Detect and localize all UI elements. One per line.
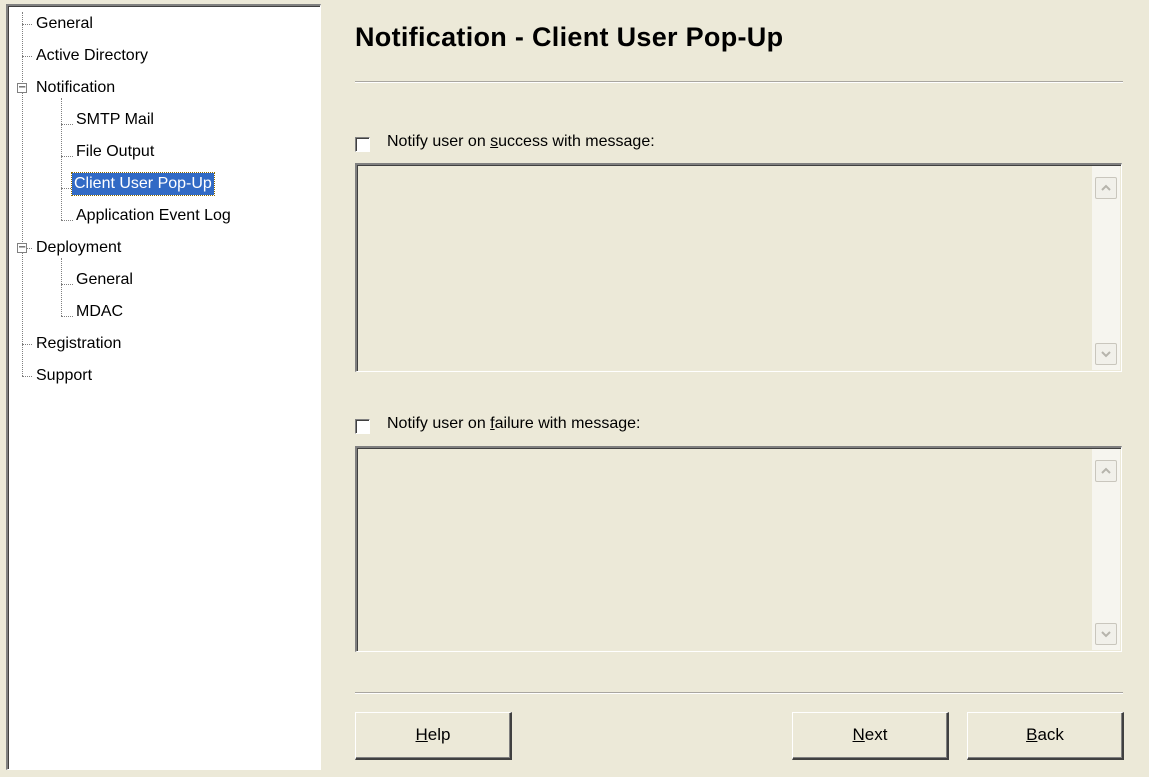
page-title: Notification - Client User Pop-Up (355, 22, 784, 52)
tree-item-mdac[interactable]: MDAC (74, 301, 125, 323)
button-accelerator: B (1026, 725, 1038, 744)
back-button[interactable]: Back (967, 712, 1124, 760)
label-text: Notify user on (387, 415, 491, 432)
vertical-scrollbar[interactable] (1092, 166, 1120, 370)
tree-item-application-event-log[interactable]: Application Event Log (74, 205, 233, 227)
button-label: ack (1037, 725, 1064, 744)
button-label: ext (864, 725, 888, 744)
label-accelerator: s (490, 133, 499, 150)
collapse-icon[interactable]: − (17, 83, 27, 93)
tree-item-smtp-mail[interactable]: SMTP Mail (74, 109, 156, 131)
tree-connector (22, 24, 32, 25)
button-accelerator: H (415, 725, 428, 744)
button-divider (355, 692, 1123, 694)
tree-item-file-output[interactable]: File Output (74, 141, 156, 163)
chevron-up-icon (1101, 184, 1111, 191)
tree-item-active-directory[interactable]: Active Directory (34, 45, 150, 67)
success-message-textarea[interactable] (355, 163, 1122, 372)
button-accelerator: N (852, 725, 865, 744)
tree-item-registration[interactable]: Registration (34, 333, 123, 355)
tree-item-client-user-popup[interactable]: Client User Pop-Up (71, 172, 215, 196)
tree-connector (22, 12, 23, 376)
tree-connector (61, 220, 73, 221)
navigation-tree[interactable]: − − General Active Directory Notificatio… (6, 4, 321, 770)
tree-connector (61, 98, 62, 220)
tree-connector (61, 124, 73, 125)
tree-connector (61, 258, 62, 316)
failure-message-textarea[interactable] (355, 446, 1122, 652)
label-text: ailure with message: (494, 415, 641, 432)
scroll-up-button[interactable] (1095, 460, 1117, 482)
notify-failure-checkbox[interactable] (355, 419, 370, 434)
chevron-down-icon (1101, 631, 1111, 638)
vertical-scrollbar[interactable] (1092, 449, 1120, 650)
next-button[interactable]: Next (792, 712, 949, 760)
tree-connector (22, 344, 32, 345)
scroll-down-button[interactable] (1095, 623, 1117, 645)
tree-connector (22, 376, 32, 377)
chevron-down-icon (1101, 351, 1111, 358)
tree-item-support[interactable]: Support (34, 365, 94, 387)
button-label: elp (427, 725, 451, 744)
chevron-up-icon (1101, 467, 1111, 474)
tree-connector (22, 56, 32, 57)
tree-item-deployment-general[interactable]: General (74, 269, 135, 291)
notify-failure-label[interactable]: Notify user on failure with message: (387, 415, 640, 433)
label-text: uccess with message: (498, 133, 655, 150)
scroll-up-button[interactable] (1095, 177, 1117, 199)
tree-item-deployment[interactable]: Deployment (34, 237, 123, 259)
tree-item-general[interactable]: General (34, 13, 95, 35)
tree-item-notification[interactable]: Notification (34, 77, 117, 99)
tree-connector (61, 316, 73, 317)
help-button[interactable]: Help (355, 712, 512, 760)
tree-connector (61, 156, 73, 157)
collapse-icon[interactable]: − (17, 243, 27, 253)
title-divider (355, 81, 1123, 83)
scroll-down-button[interactable] (1095, 343, 1117, 365)
notify-success-checkbox[interactable] (355, 137, 370, 152)
label-text: Notify user on (387, 133, 491, 150)
notify-success-label[interactable]: Notify user on success with message: (387, 133, 655, 151)
tree-connector (61, 284, 73, 285)
